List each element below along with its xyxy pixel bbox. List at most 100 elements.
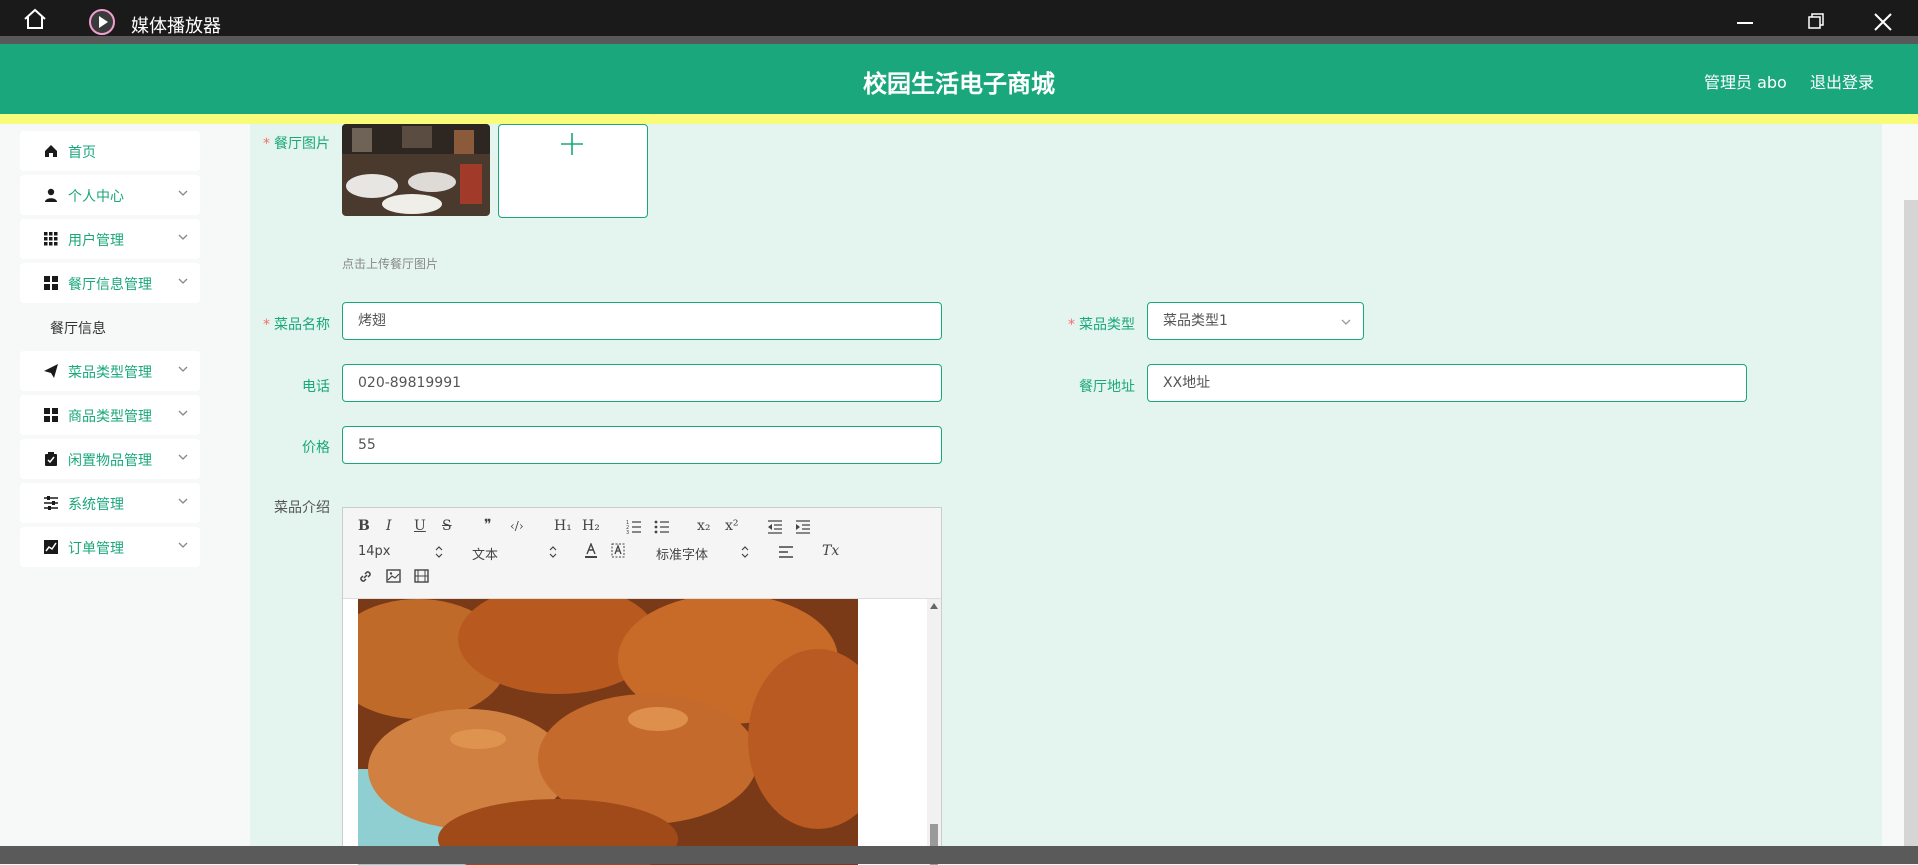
sidebar-item-restaurant[interactable]: 餐厅信息管理 <box>20 263 200 303</box>
price-input[interactable]: 55 <box>342 426 942 464</box>
home-icon <box>45 145 57 157</box>
background-color-icon[interactable] <box>611 543 625 559</box>
home-icon[interactable] <box>22 8 48 30</box>
sidebar-item-home[interactable]: 首页 <box>20 131 200 171</box>
restaurant-image-thumbnail[interactable] <box>342 124 490 216</box>
upload-hint: 点击上传餐厅图片 <box>342 257 439 271</box>
window-title: 媒体播放器 <box>131 16 221 37</box>
sidebar-item-dish-types[interactable]: 菜品类型管理 <box>20 351 200 391</box>
chevron-down-icon <box>178 278 188 284</box>
sidebar-item-label: 用户管理 <box>68 233 124 249</box>
font-size-select[interactable]: 14px <box>358 544 391 559</box>
svg-text:3: 3 <box>626 530 629 534</box>
logout-link[interactable]: 退出登录 <box>1810 69 1874 93</box>
minimize-button[interactable] <box>1737 22 1753 24</box>
dish-type-label: * 菜品类型 <box>1068 317 1135 333</box>
chevron-down-icon <box>1341 319 1351 325</box>
dish-type-value: 菜品类型1 <box>1163 313 1228 329</box>
site-title: 校园生活电子商城 <box>863 70 1055 98</box>
blockquote-button[interactable]: ❞ <box>484 517 492 533</box>
sidebar-item-label: 餐厅信息管理 <box>68 277 152 293</box>
user-icon <box>45 188 57 202</box>
select-arrows-icon <box>741 546 749 558</box>
editor-scrollbar[interactable] <box>927 599 941 865</box>
chevron-down-icon <box>178 234 188 240</box>
text-color-icon[interactable] <box>584 543 598 559</box>
chicken-wings-photo <box>358 599 858 865</box>
indent-icon[interactable] <box>795 520 811 534</box>
image-upload-button[interactable] <box>498 124 648 218</box>
chevron-down-icon <box>178 454 188 460</box>
font-family-select[interactable]: 标准字体 <box>656 544 708 563</box>
price-label: 价格 <box>302 440 330 456</box>
apps-icon <box>44 276 58 290</box>
chart-icon <box>44 540 58 554</box>
rich-text-editor: B I U S ❞ ‹/› H₁ H₂ 123 x₂ x² 14px 文本 标准… <box>342 507 942 865</box>
sidebar-item-goods-types[interactable]: 商品类型管理 <box>20 395 200 435</box>
titlebar-divider <box>0 36 1918 44</box>
strike-button[interactable]: S <box>442 518 452 534</box>
link-icon[interactable] <box>358 569 373 584</box>
select-arrows-icon <box>549 546 557 558</box>
sidebar-item-idle-goods[interactable]: 闲置物品管理 <box>20 439 200 479</box>
apps-icon <box>44 408 58 422</box>
header-select[interactable]: 文本 <box>472 544 498 563</box>
sidebar-item-label: 首页 <box>68 145 96 161</box>
media-player-icon <box>89 9 115 35</box>
restore-button[interactable] <box>1808 13 1824 29</box>
plus-icon <box>561 133 583 155</box>
outdent-icon[interactable] <box>767 520 783 534</box>
chevron-down-icon <box>178 190 188 196</box>
media-player-bottom-bar <box>0 846 1918 864</box>
send-icon <box>44 364 58 378</box>
address-input[interactable]: XX地址 <box>1147 364 1747 402</box>
address-label: 餐厅地址 <box>1079 379 1135 395</box>
admin-user[interactable]: 管理员 abo <box>1704 69 1787 93</box>
code-block-button[interactable]: ‹/› <box>510 519 524 533</box>
sidebar-subitem-restaurant-info[interactable]: 餐厅信息 <box>50 318 106 338</box>
window-titlebar: 媒体播放器 <box>0 0 1918 37</box>
underline-button[interactable]: U <box>414 518 426 534</box>
grid-icon <box>44 232 58 246</box>
page-scrollbar[interactable] <box>1904 200 1918 850</box>
header1-button[interactable]: H₁ <box>554 518 572 534</box>
video-icon[interactable] <box>414 569 429 583</box>
sidebar-item-label: 个人中心 <box>68 189 124 205</box>
chevron-down-icon <box>178 366 188 372</box>
dish-name-label: * 菜品名称 <box>263 317 330 333</box>
dish-name-input[interactable]: 烤翅 <box>342 302 942 340</box>
header-accent-strip <box>0 114 1918 124</box>
sidebar-item-orders[interactable]: 订单管理 <box>20 527 200 567</box>
sidebar-item-label: 系统管理 <box>68 497 124 513</box>
editor-dish-image[interactable] <box>358 599 858 865</box>
scroll-up-icon[interactable] <box>930 603 938 609</box>
clipboard-icon <box>45 452 57 466</box>
intro-label: 菜品介绍 <box>274 500 330 516</box>
sidebar-item-system[interactable]: 系统管理 <box>20 483 200 523</box>
ordered-list-icon[interactable]: 123 <box>626 520 642 534</box>
editor-toolbar: B I U S ❞ ‹/› H₁ H₂ 123 x₂ x² 14px 文本 标准… <box>343 508 941 599</box>
phone-input[interactable]: 020-89819991 <box>342 364 942 402</box>
site-header: 校园生活电子商城 管理员 abo 退出登录 <box>0 44 1918 114</box>
clean-format-button[interactable]: Tx <box>822 543 839 559</box>
align-icon[interactable] <box>778 545 794 559</box>
restaurant-image-label: * 餐厅图片 <box>263 136 330 152</box>
close-button[interactable] <box>1874 13 1892 31</box>
header2-button[interactable]: H₂ <box>582 518 600 534</box>
select-arrows-icon <box>435 546 443 558</box>
restaurant-photo <box>342 124 490 216</box>
superscript-button[interactable]: x² <box>725 518 739 534</box>
sidebar-item-users[interactable]: 用户管理 <box>20 219 200 259</box>
sidebar-item-label: 闲置物品管理 <box>68 453 152 469</box>
bold-button[interactable]: B <box>358 518 370 534</box>
subscript-button[interactable]: x₂ <box>697 518 711 534</box>
chevron-down-icon <box>178 410 188 416</box>
sidebar-item-profile[interactable]: 个人中心 <box>20 175 200 215</box>
bullet-list-icon[interactable] <box>654 520 670 534</box>
image-icon[interactable] <box>386 569 401 583</box>
phone-label: 电话 <box>302 379 330 395</box>
italic-button[interactable]: I <box>386 518 392 534</box>
sidebar: 首页 个人中心 用户管理 餐厅信息管理 餐厅信息 菜品类型管理 商品类型管理 闲… <box>0 124 230 864</box>
dish-type-select[interactable]: 菜品类型1 <box>1147 302 1364 340</box>
sidebar-item-label: 菜品类型管理 <box>68 365 152 381</box>
